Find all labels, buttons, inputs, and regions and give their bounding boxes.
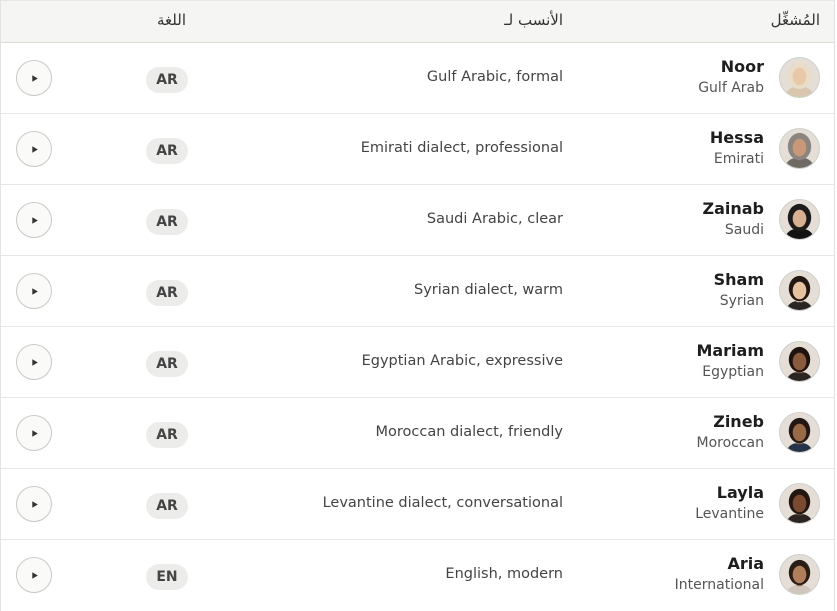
play-icon xyxy=(32,359,38,366)
best-for-description: Levantine dialect, conversational xyxy=(322,495,563,511)
avatar xyxy=(779,554,820,595)
operator-region: Saudi xyxy=(724,222,764,238)
avatar xyxy=(779,270,820,311)
operator-name: Sham xyxy=(713,270,764,289)
language-badge: AR xyxy=(146,138,188,164)
table-header: المُشغِّل الأنسب لـ اللغة xyxy=(1,0,834,43)
operator-name: Mariam xyxy=(696,341,764,360)
play-icon xyxy=(32,217,38,224)
play-button[interactable] xyxy=(16,60,52,96)
operator-region: Emirati xyxy=(713,151,764,167)
best-for-description: English, modern xyxy=(445,566,563,582)
operator-region: International xyxy=(674,577,764,593)
table-row: Hessa Emirati Emirati dialect, professio… xyxy=(1,114,834,185)
table-row: Sham Syrian Syrian dialect, warm AR xyxy=(1,256,834,327)
language-badge: EN xyxy=(146,564,188,590)
play-icon xyxy=(32,75,38,82)
play-button[interactable] xyxy=(16,486,52,522)
operator-name: Hessa xyxy=(709,128,764,147)
language-badge: AR xyxy=(146,493,188,519)
table-row: Mariam Egyptian Egyptian Arabic, express… xyxy=(1,327,834,398)
operator-region: Gulf Arab xyxy=(698,80,764,96)
play-icon xyxy=(32,572,38,579)
avatar xyxy=(779,128,820,169)
operator-name: Layla xyxy=(716,483,764,502)
play-icon xyxy=(32,430,38,437)
best-for-description: Moroccan dialect, friendly xyxy=(375,424,564,440)
table-row: Noor Gulf Arab Gulf Arabic, formal AR xyxy=(1,43,834,114)
avatar xyxy=(779,483,820,524)
best-for-description: Emirati dialect, professional xyxy=(360,140,563,156)
play-icon xyxy=(32,146,38,153)
table-row: Zineb Moroccan Moroccan dialect, friendl… xyxy=(1,398,834,469)
language-badge: AR xyxy=(146,209,188,235)
operator-region: Moroccan xyxy=(696,435,764,451)
table-row: Layla Levantine Levantine dialect, conve… xyxy=(1,469,834,540)
play-button[interactable] xyxy=(16,202,52,238)
language-badge: AR xyxy=(146,422,188,448)
table-row: Aria International English, modern EN xyxy=(1,540,834,611)
column-header-operator: المُشغِّل xyxy=(770,11,820,29)
best-for-description: Egyptian Arabic, expressive xyxy=(361,353,563,369)
table-row: Zainab Saudi Saudi Arabic, clear AR xyxy=(1,185,834,256)
play-icon xyxy=(32,501,38,508)
best-for-description: Saudi Arabic, clear xyxy=(426,211,563,227)
best-for-description: Syrian dialect, warm xyxy=(414,282,563,298)
operator-name: Aria xyxy=(727,554,764,573)
operator-region: Syrian xyxy=(719,293,764,309)
column-header-best-for: الأنسب لـ xyxy=(504,11,563,29)
avatar xyxy=(779,199,820,240)
voice-operator-table: المُشغِّل الأنسب لـ اللغة Noor Gulf Arab… xyxy=(0,0,835,611)
play-button[interactable] xyxy=(16,415,52,451)
avatar xyxy=(779,341,820,382)
language-badge: AR xyxy=(146,67,188,93)
avatar xyxy=(779,412,820,453)
play-icon xyxy=(32,288,38,295)
best-for-description: Gulf Arabic, formal xyxy=(426,69,563,85)
play-button[interactable] xyxy=(16,344,52,380)
operator-name: Zineb xyxy=(713,412,764,431)
operator-name: Zainab xyxy=(702,199,764,218)
operator-name: Noor xyxy=(720,57,764,76)
operator-region: Levantine xyxy=(695,506,764,522)
play-button[interactable] xyxy=(16,273,52,309)
column-header-language: اللغة xyxy=(157,11,186,29)
avatar xyxy=(779,57,820,98)
language-badge: AR xyxy=(146,280,188,306)
language-badge: AR xyxy=(146,351,188,377)
play-button[interactable] xyxy=(16,131,52,167)
operator-region: Egyptian xyxy=(702,364,764,380)
play-button[interactable] xyxy=(16,557,52,593)
